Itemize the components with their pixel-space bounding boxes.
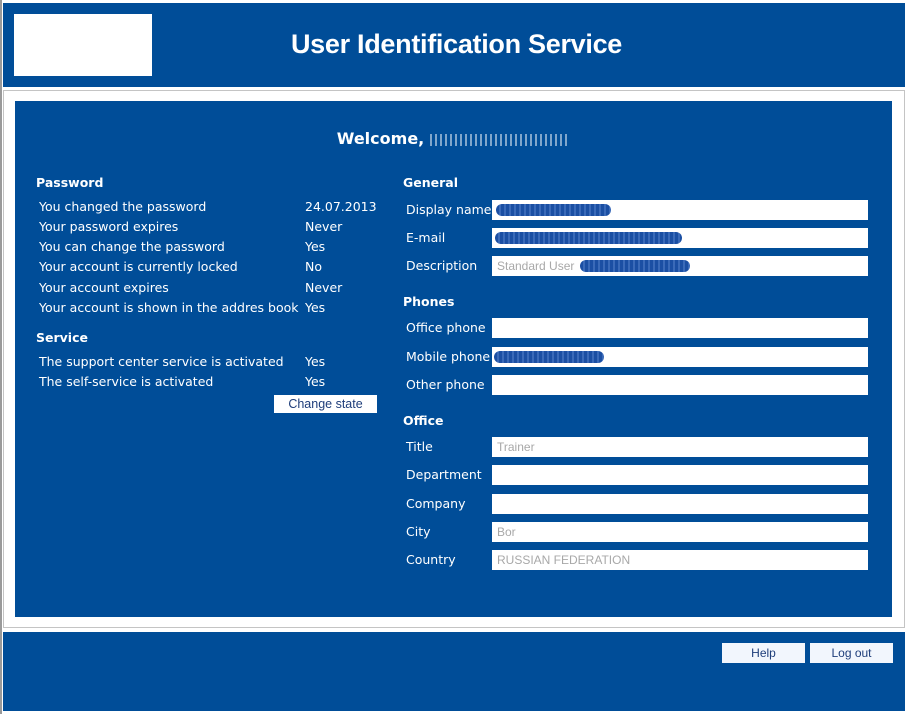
info-label: You can change the password <box>39 239 225 254</box>
info-row: Your account is currently locked No <box>39 259 379 279</box>
general-section-title: General <box>403 175 458 190</box>
info-row: You changed the password 24.07.2013 <box>39 199 379 219</box>
display-name-input[interactable] <box>492 200 868 220</box>
field-label: E-mail <box>406 230 446 245</box>
window-edge <box>0 0 2 714</box>
field-label: Display name <box>406 202 492 217</box>
title-input[interactable] <box>492 437 868 457</box>
country-input[interactable] <box>492 550 868 570</box>
welcome-prefix: Welcome, <box>336 129 425 148</box>
info-value: Never <box>305 280 343 295</box>
logout-button[interactable]: Log out <box>810 643 893 663</box>
change-state-button[interactable]: Change state <box>274 395 377 413</box>
field-department: Department <box>406 465 868 485</box>
help-button[interactable]: Help <box>722 643 805 663</box>
service-section-title: Service <box>36 330 88 345</box>
redacted-user-name <box>430 133 571 146</box>
info-label: The support center service is activated <box>39 354 284 369</box>
field-label: Office phone <box>406 320 486 335</box>
field-label: City <box>406 524 431 539</box>
info-label: Your account is shown in the addres book <box>39 300 299 315</box>
info-row: Your password expires Never <box>39 219 379 239</box>
user-panel: Welcome, Password You changed the passwo… <box>15 101 892 617</box>
field-label: Other phone <box>406 377 485 392</box>
field-mobile-phone: Mobile phone <box>406 347 868 367</box>
field-title: Title <box>406 437 868 457</box>
footer-bar: Help Log out <box>3 632 905 711</box>
field-email: E-mail <box>406 228 868 248</box>
info-row: Your account is shown in the addres book… <box>39 300 379 320</box>
info-value: No <box>305 259 322 274</box>
city-input[interactable] <box>492 522 868 542</box>
description-input[interactable] <box>492 256 868 276</box>
info-row: Your account expires Never <box>39 280 379 300</box>
field-other-phone: Other phone <box>406 375 868 395</box>
office-phone-input[interactable] <box>492 318 868 338</box>
password-section-title: Password <box>36 175 104 190</box>
info-label: You changed the password <box>39 199 207 214</box>
info-row: The support center service is activated … <box>39 354 379 374</box>
department-input[interactable] <box>492 465 868 485</box>
field-label: Country <box>406 552 456 567</box>
info-row: You can change the password Yes <box>39 239 379 259</box>
info-value: Never <box>305 219 343 234</box>
info-value: Yes <box>305 354 326 369</box>
info-value: Yes <box>305 374 326 389</box>
field-label: Mobile phone <box>406 349 491 364</box>
app-title: User Identification Service <box>290 29 623 59</box>
info-row: The self-service is activated Yes <box>39 374 379 394</box>
info-value: Yes <box>305 300 326 315</box>
other-phone-input[interactable] <box>492 375 868 395</box>
info-label: The self-service is activated <box>39 374 214 389</box>
mobile-phone-input[interactable] <box>492 347 868 367</box>
info-label: Your account is currently locked <box>39 259 238 274</box>
info-label: Your account expires <box>39 280 169 295</box>
info-label: Your password expires <box>39 219 179 234</box>
field-city: City <box>406 522 868 542</box>
header-bar: User Identification Service <box>3 3 905 87</box>
field-office-phone: Office phone <box>406 318 868 338</box>
email-input[interactable] <box>492 228 868 248</box>
field-country: Country <box>406 550 868 570</box>
field-company: Company <box>406 494 868 514</box>
info-value: Yes <box>305 239 326 254</box>
field-label: Company <box>406 496 466 511</box>
info-value: 24.07.2013 <box>305 199 377 214</box>
phones-section-title: Phones <box>403 294 455 309</box>
field-label: Title <box>406 439 433 454</box>
field-label: Department <box>406 467 482 482</box>
field-label: Description <box>406 258 478 273</box>
office-section-title: Office <box>403 413 444 428</box>
field-description: Description <box>406 256 868 276</box>
welcome-heading: Welcome, <box>15 129 892 148</box>
field-display-name: Display name <box>406 200 868 220</box>
content-frame: Welcome, Password You changed the passwo… <box>3 90 905 628</box>
company-input[interactable] <box>492 494 868 514</box>
